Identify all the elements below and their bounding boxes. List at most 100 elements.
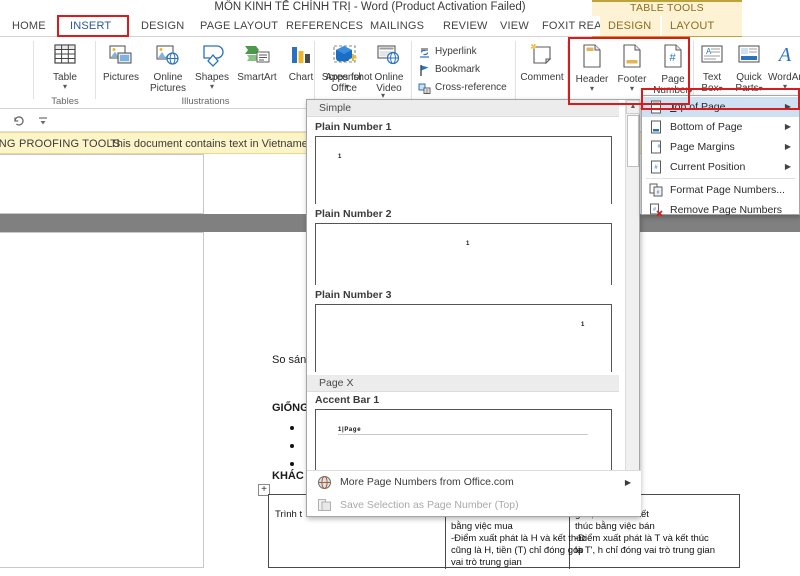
page-number-label: Page <box>661 74 685 85</box>
menu-item-format-page-numbers[interactable]: # Format Page Numbers... <box>642 180 799 200</box>
online-pictures-button[interactable]: Online Pictures <box>146 43 190 94</box>
quick-parts-button[interactable]: Quick Parts▾ <box>730 43 768 94</box>
header-dropdown-icon[interactable]: ▾ <box>572 85 612 93</box>
gallery-footer: More Page Numbers from Office.com ▶ Save… <box>307 470 641 516</box>
gallery-item-name-plain-number-2: Plain Number 2 <box>315 208 392 220</box>
ribbon-group-tables: Table ▾ Tables <box>34 37 96 108</box>
top-of-page-submenu-arrow-icon[interactable]: ▶ <box>785 97 791 117</box>
online-video-button[interactable]: Online Video <box>369 43 409 94</box>
gallery-more-page-numbers-item[interactable]: More Page Numbers from Office.com ▶ <box>307 471 641 494</box>
preview-number-plain-2: 1 <box>466 241 470 247</box>
top-of-page-icon <box>649 100 663 114</box>
shapes-dropdown-icon[interactable]: ▾ <box>191 83 233 91</box>
online-video-label: Online <box>374 72 404 83</box>
tab-review[interactable]: REVIEW <box>435 16 496 36</box>
gallery-preview-plain-number-2[interactable]: 1 <box>315 223 612 285</box>
proofing-tools-message: This document contains text in Vietnames… <box>110 138 331 150</box>
text-box-dropdown-icon[interactable]: ▾ <box>719 84 723 93</box>
svg-text:#: # <box>653 207 656 213</box>
table-cell-3-line-3: -Điểm xuất phát là T và kết thúc <box>575 533 709 544</box>
comment-icon <box>518 43 566 70</box>
online-pictures-icon <box>146 43 190 70</box>
table-cell-2-line-3: -Điểm xuất phát là H và kết thúc <box>451 533 587 544</box>
quick-parts-icon <box>730 43 768 70</box>
tables-group-label: Tables <box>51 96 79 107</box>
accent-bar-line <box>338 434 588 435</box>
shapes-button[interactable]: Shapes ▾ <box>191 43 233 91</box>
apps-for-office-button[interactable]: Apps for Office <box>319 43 369 94</box>
gallery-preview-accent-bar-1[interactable]: 1 | P a g e <box>315 409 612 472</box>
online-video-label2: Video <box>376 83 402 94</box>
cross-reference-icon <box>418 82 431 95</box>
comment-button[interactable]: Comment <box>518 43 566 83</box>
current-position-submenu-arrow-icon[interactable]: ▶ <box>785 157 791 177</box>
page-number-button[interactable]: # Page Number▾ <box>648 43 698 96</box>
bottom-of-page-submenu-arrow-icon[interactable]: ▶ <box>785 117 791 137</box>
quick-parts-dropdown-icon[interactable]: ▾ <box>759 84 763 93</box>
menu-item-top-of-page-label: TTop of Page <box>669 101 726 113</box>
menu-item-top-of-page[interactable]: TTop of Page ▶ <box>642 97 799 117</box>
tab-table-tools-layout[interactable]: LAYOUT <box>662 16 742 36</box>
gallery-scroll-up-arrow[interactable]: ▲ <box>626 100 640 114</box>
wordart-icon: A <box>768 43 800 70</box>
proofing-tools-title: SING PROOFING TOOLS <box>0 138 121 150</box>
smartart-button[interactable]: SmartArt <box>232 43 282 83</box>
page-number-gallery[interactable]: Simple Plain Number 1 1 Plain Number 2 1… <box>306 99 641 517</box>
tab-view[interactable]: VIEW <box>492 16 537 36</box>
preview-number-plain-3: 1 <box>581 322 585 328</box>
gallery-scrollbar[interactable]: ▲ ▼ <box>625 100 640 502</box>
wordart-button[interactable]: A WordArt ▾ <box>768 43 800 91</box>
page-number-menu[interactable]: TTop of Page ▶ Bottom of Page ▶ # Page M… <box>641 95 800 217</box>
hyperlink-icon <box>418 46 431 59</box>
tab-insert[interactable]: INSERT <box>62 16 119 36</box>
text-box-button[interactable]: A Text Box▾ <box>696 43 728 94</box>
gallery-more-submenu-arrow-icon[interactable]: ▶ <box>625 471 631 494</box>
table-cell-1-line-1: Trình t <box>275 509 303 520</box>
customize-toolbar-icon[interactable] <box>37 114 49 133</box>
doc-bullet-3 <box>290 462 294 466</box>
tab-page-layout[interactable]: PAGE LAYOUT <box>192 16 286 36</box>
gallery-item-name-plain-number-1: Plain Number 1 <box>315 121 392 133</box>
tab-table-tools-design[interactable]: DESIGN <box>600 16 660 36</box>
quick-parts-label2: Parts <box>735 83 759 94</box>
remove-page-numbers-icon: # <box>649 203 663 217</box>
table-tools-label: TABLE TOOLS <box>630 2 704 14</box>
header-button[interactable]: Header ▾ <box>572 43 612 93</box>
gallery-item-name-accent-bar-1: Accent Bar 1 <box>315 394 380 406</box>
gallery-preview-plain-number-1[interactable]: 1 <box>315 136 612 204</box>
footer-button[interactable]: Footer ▾ <box>612 43 652 93</box>
menu-item-remove-page-numbers[interactable]: # Remove Page Numbers <box>642 200 799 220</box>
office-com-icon <box>317 475 332 490</box>
tab-home[interactable]: HOME <box>4 16 54 36</box>
menu-item-current-position-label: Current Position <box>670 161 746 173</box>
comment-label: Comment <box>520 72 564 83</box>
undo-icon[interactable] <box>12 114 26 133</box>
format-page-numbers-icon: # <box>649 183 663 197</box>
svg-text:#: # <box>669 52 676 64</box>
apps-for-office-label: Apps for <box>325 72 363 83</box>
tab-references[interactable]: REFERENCES <box>278 16 371 36</box>
cross-reference-label: Cross-reference <box>435 82 507 93</box>
gallery-preview-plain-number-3[interactable]: 1 <box>315 304 612 372</box>
gallery-scroll-thumb[interactable] <box>627 115 639 167</box>
pictures-icon <box>98 43 144 70</box>
smartart-label: SmartArt <box>237 72 277 83</box>
menu-item-bottom-of-page-label: Bottom of Page <box>670 121 743 133</box>
table-cell-2-line-5: vai trò trung gian <box>451 557 522 568</box>
wordart-dropdown-icon[interactable]: ▾ <box>768 83 800 91</box>
svg-text:A: A <box>777 44 792 66</box>
menu-item-page-margins[interactable]: # Page Margins ▶ <box>642 137 799 157</box>
tab-design[interactable]: DESIGN <box>133 16 192 36</box>
tab-mailings[interactable]: MAILINGS <box>362 16 432 36</box>
footer-dropdown-icon[interactable]: ▾ <box>612 85 652 93</box>
table-dropdown-icon[interactable]: ▾ <box>42 83 88 91</box>
menu-item-bottom-of-page[interactable]: Bottom of Page ▶ <box>642 117 799 137</box>
menu-item-current-position[interactable]: # Current Position ▶ <box>642 157 799 177</box>
header-icon <box>572 43 612 72</box>
pictures-button[interactable]: Pictures <box>98 43 144 83</box>
page-margins-submenu-arrow-icon[interactable]: ▶ <box>785 137 791 157</box>
page-number-icon: # <box>648 43 698 72</box>
table-button[interactable]: Table ▾ <box>42 43 88 91</box>
document-page-current[interactable] <box>0 232 204 568</box>
save-selection-icon <box>317 498 332 513</box>
